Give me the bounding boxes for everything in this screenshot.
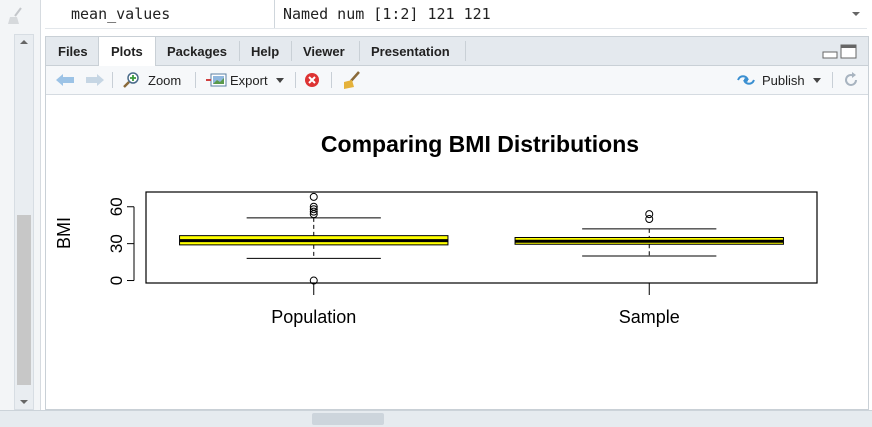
env-variable-value: Named num [1:2] 121 121 [283, 5, 491, 23]
zoom-icon [123, 72, 139, 88]
pane-tabbar: Files Plots Packages Help Viewer Present… [46, 37, 868, 66]
y-axis: 0 30 60 [107, 197, 135, 285]
tab-presentation[interactable]: Presentation [359, 37, 462, 65]
remove-plot-button[interactable] [303, 66, 321, 94]
bottom-panel-strip [0, 410, 872, 427]
publish-icon [737, 75, 755, 85]
chart-title: Comparing BMI Distributions [321, 131, 639, 157]
tab-divider [465, 41, 466, 61]
scroll-down-arrow-icon[interactable] [15, 395, 33, 409]
tab-files[interactable]: Files [46, 37, 100, 65]
x-axis: Population Sample [271, 283, 680, 327]
arrow-right-icon [86, 74, 104, 86]
left-gutter [0, 0, 41, 410]
vertical-scrollbar[interactable] [14, 34, 34, 410]
y-axis-label: BMI [54, 217, 74, 249]
bmi-boxplot-chart: Comparing BMI Distributions BMI 0 30 60 Po… [54, 131, 818, 327]
y-tick-label: 0 [107, 276, 126, 285]
plots-toolbar: Zoom Export Publish [46, 66, 868, 95]
toolbar-divider [112, 72, 113, 88]
broom-icon [344, 71, 360, 89]
back-button[interactable] [54, 66, 76, 94]
arrow-left-icon [56, 74, 74, 86]
tab-viewer[interactable]: Viewer [291, 37, 357, 65]
toolbar-divider [295, 72, 296, 88]
tab-packages[interactable]: Packages [155, 37, 239, 65]
plots-pane: Files Plots Packages Help Viewer Present… [45, 36, 869, 410]
tab-help[interactable]: Help [239, 37, 291, 65]
zoom-button[interactable]: Zoom [122, 66, 181, 94]
y-tick-label: 60 [107, 197, 126, 216]
toolbar-divider [832, 72, 833, 88]
minimize-icon[interactable] [822, 51, 838, 59]
box-population [179, 192, 449, 285]
window-controls [822, 44, 857, 59]
env-column-divider [274, 0, 275, 28]
outlier-point [645, 210, 654, 219]
box-sample [514, 210, 784, 257]
x-tick-label: Sample [619, 307, 680, 327]
broom-icon[interactable] [6, 6, 28, 26]
env-variable-name: mean_values [71, 5, 171, 23]
forward-button[interactable] [84, 66, 106, 94]
bottom-tab-handle[interactable] [312, 413, 384, 425]
export-dropdown-arrow-icon [275, 77, 284, 83]
refresh-button[interactable] [842, 66, 860, 94]
outlier-point [309, 192, 318, 201]
export-image-icon [206, 73, 227, 87]
toolbar-divider [195, 72, 196, 88]
tab-plots[interactable]: Plots [98, 37, 156, 66]
maximize-icon[interactable] [840, 44, 857, 59]
x-tick-label: Population [271, 307, 356, 327]
refresh-icon [845, 72, 857, 86]
chevron-down-icon[interactable] [851, 9, 861, 19]
publish-button[interactable]: Publish [736, 66, 821, 94]
y-tick-label: 30 [107, 234, 126, 253]
toolbar-divider [331, 72, 332, 88]
clear-all-plots-button[interactable] [341, 66, 363, 94]
publish-dropdown-arrow-icon [812, 77, 821, 83]
plot-canvas: Comparing BMI Distributions BMI 0 30 60 Po… [46, 95, 868, 409]
environment-row[interactable]: mean_values Named num [1:2] 121 121 [45, 0, 867, 29]
scrollbar-thumb[interactable] [17, 215, 31, 385]
scroll-up-arrow-icon[interactable] [15, 35, 33, 49]
remove-circle-x-icon [305, 73, 319, 87]
export-button[interactable]: Export [205, 66, 284, 94]
boxes-group [179, 192, 784, 285]
